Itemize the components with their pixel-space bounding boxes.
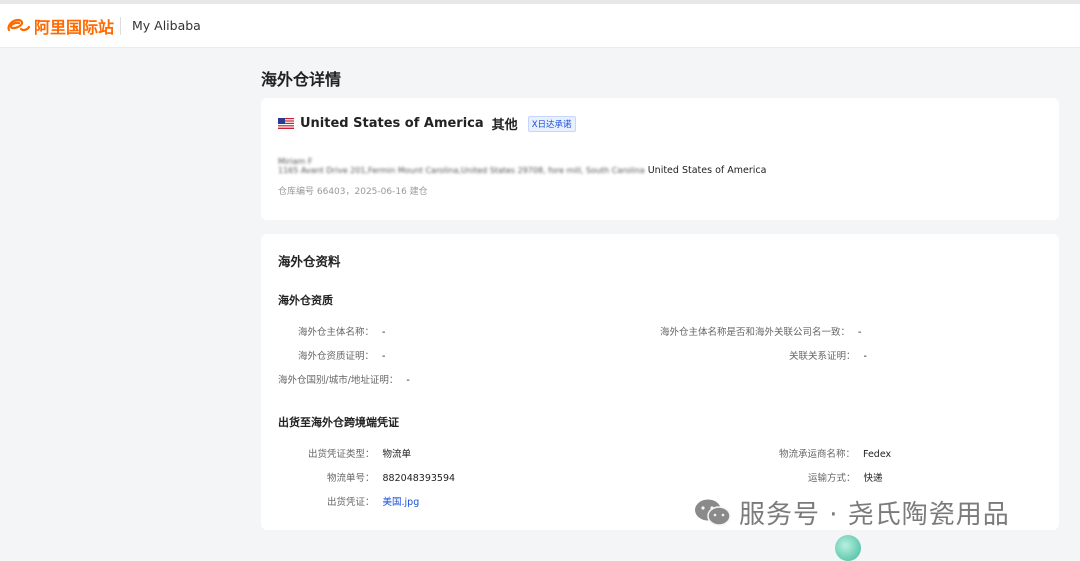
qualification-title: 海外仓资质 [278,294,333,307]
address-text: 1165 Avant Drive 201,Fermin Mount Caroli… [278,166,645,175]
warehouse-info-card: 海外仓资料 海外仓资质 海外仓主体名称： - 海外仓主体名称是否和海外关联公司名一… [261,234,1059,530]
watermark-text: 服务号 · 尧氏陶瓷用品 [739,500,1010,530]
voucher-file-link[interactable]: 美国.jpg [383,497,420,508]
warehouse-summary-card: United States of America 其他 X日达承诺 Miriam… [261,98,1059,220]
us-flag-icon [278,118,294,129]
warehouse-country: United States of America [300,116,484,131]
address-country: United States of America [647,165,767,176]
field-qualification-proof: 海外仓资质证明： - [298,351,386,362]
wechat-watermark: 服务号 · 尧氏陶瓷用品 [693,494,1010,531]
warehouse-meta: 仓库编号 66403，2025-06-16 建仓 [278,187,428,197]
page-title: 海外仓详情 [261,70,342,89]
field-tracking-number: 物流单号： 882048393594 [327,473,456,484]
field-entity-name-match: 海外仓主体名称是否和海外关联公司名一致： - [660,327,862,338]
shipping-voucher-title: 出货至海外仓跨境端凭证 [278,416,399,429]
my-alibaba-link[interactable]: My Alibaba [132,18,201,33]
floating-assistant-icon[interactable] [835,535,861,561]
country-row: United States of America 其他 X日达承诺 [278,114,576,133]
logo-text: 阿里国际站 [34,18,115,37]
alibaba-logo-icon [7,18,30,32]
field-carrier-name: 物流承运商名称： Fedex [779,449,892,460]
field-address-proof: 海外仓国别/城市/地址证明： - [278,375,410,386]
field-relationship-proof: 关联关系证明： - [789,351,867,362]
field-entity-name: 海外仓主体名称： - [298,327,386,338]
delivery-promise-badge: X日达承诺 [527,115,576,132]
field-transport-mode: 运输方式： 快递 [808,473,883,484]
top-border [0,0,1080,4]
field-voucher-type: 出货凭证类型： 物流单 [308,449,412,460]
address-row: 1165 Avant Drive 201,Fermin Mount Caroli… [278,165,766,176]
warehouse-type: 其他 [491,118,518,133]
wechat-icon [695,499,731,526]
info-section-title: 海外仓资料 [278,254,341,269]
header-divider [120,17,121,35]
field-voucher-file: 出货凭证： 美国.jpg [327,497,420,508]
top-navigation-bar: 阿里国际站 My Alibaba [0,0,1080,48]
alibaba-logo[interactable]: 阿里国际站 [6,15,114,37]
